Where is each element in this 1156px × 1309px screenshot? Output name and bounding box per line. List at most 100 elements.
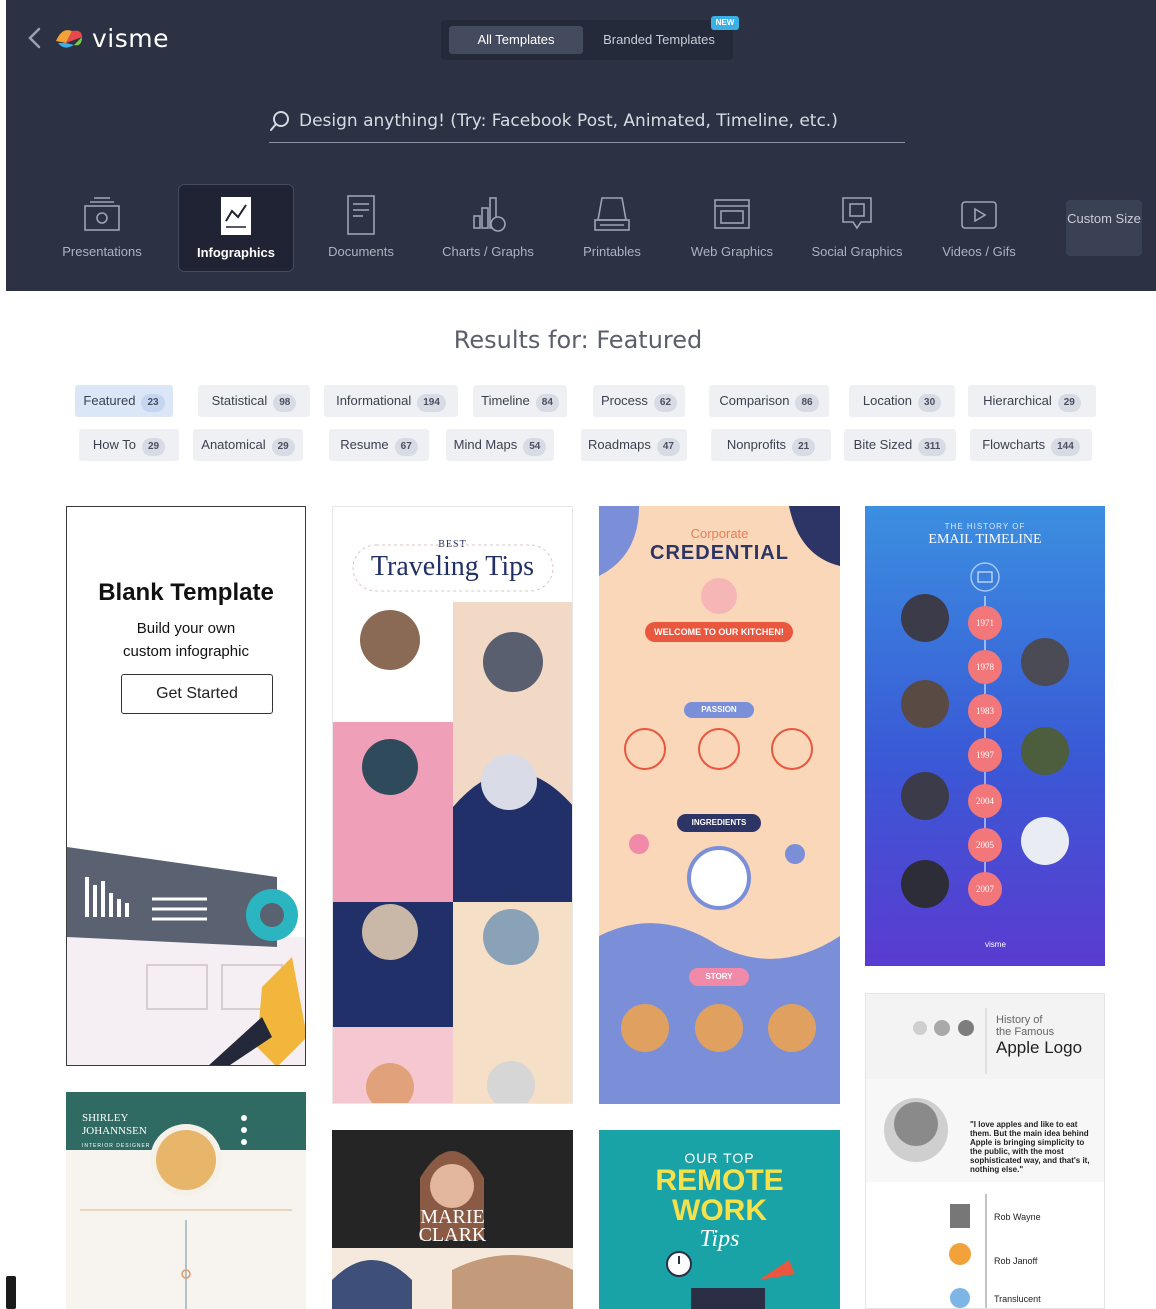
tab-branded-templates[interactable]: Branded Templates xyxy=(591,26,727,54)
remote-work-card[interactable]: OUR TOP REMOTE WORK Tips xyxy=(599,1130,840,1309)
chip-count: 54 xyxy=(523,438,547,456)
filter-chip[interactable]: Roadmaps 47 xyxy=(581,429,687,461)
visme-logo-icon xyxy=(56,30,82,48)
category-printables[interactable]: Printables xyxy=(555,184,669,270)
filter-chip[interactable]: Resume 67 xyxy=(329,429,429,461)
welcome-banner: WELCOME TO OUR KITCHEN! xyxy=(645,622,793,642)
chip-count: 30 xyxy=(918,394,942,412)
timeline-year: 1997 xyxy=(968,738,1002,772)
category-label: Infographics xyxy=(196,245,275,260)
subtitle-line: custom infographic xyxy=(123,643,249,660)
category-label: Social Graphics xyxy=(811,244,903,259)
category-videos-gifs[interactable]: Videos / Gifs xyxy=(922,184,1036,270)
search-icon xyxy=(270,111,289,131)
filter-chip[interactable]: How To 29 xyxy=(79,429,179,461)
filter-chip[interactable]: Informational 194 xyxy=(324,385,458,417)
apple-name-1: Rob Wayne xyxy=(994,1212,1041,1222)
chip-label: Location xyxy=(862,393,913,408)
marie-clark-card[interactable]: MARIE CLARK xyxy=(332,1130,573,1309)
timeline-year: 1971 xyxy=(968,606,1002,640)
name-line: JOHANNSEN xyxy=(82,1125,147,1137)
apple-name-2: Rob Janoff xyxy=(994,1256,1038,1266)
tab-all-templates[interactable]: All Templates xyxy=(449,26,583,54)
chip-label: Bite Sized xyxy=(853,437,913,452)
category-presentations[interactable]: Presentations xyxy=(45,184,159,270)
remote-work-artwork xyxy=(666,1251,795,1309)
apple-quote: "I love apples and like to eat them. But… xyxy=(970,1120,1090,1174)
resume-name: SHIRLEY JOHANNSEN INTERIOR DESIGNER xyxy=(82,1112,150,1153)
history-line: the Famous xyxy=(996,1026,1055,1038)
chip-count: 67 xyxy=(394,438,418,456)
search-input[interactable] xyxy=(299,108,899,134)
chip-count: 86 xyxy=(795,394,819,412)
category-web-graphics[interactable]: Web Graphics xyxy=(675,184,789,270)
chip-label: Flowcharts xyxy=(982,437,1046,452)
filter-chip[interactable]: Mind Maps 54 xyxy=(446,429,554,461)
chip-label: Nonprofits xyxy=(726,437,787,452)
chip-label: Featured xyxy=(83,393,136,408)
filter-chip[interactable]: Statistical 98 xyxy=(198,385,310,417)
filter-chip[interactable]: Bite Sized 311 xyxy=(844,429,956,461)
timeline-year: 2007 xyxy=(968,872,1002,906)
filter-chip[interactable]: Featured 23 xyxy=(75,385,173,417)
custom-size-button[interactable]: Custom Size xyxy=(1066,200,1142,256)
social-icon xyxy=(842,197,872,230)
timeline-year: 2004 xyxy=(968,784,1002,818)
video-icon xyxy=(961,201,997,229)
chip-label: Mind Maps xyxy=(453,437,518,452)
get-started-button[interactable]: Get Started xyxy=(121,674,273,714)
filter-chip[interactable]: Anatomical 29 xyxy=(193,429,303,461)
resume-name: MARIE CLARK xyxy=(332,1207,573,1245)
back-arrow-icon[interactable] xyxy=(24,26,46,50)
email-timeline-card[interactable]: THE HISTORY OF EMAIL TIMELINE 1971 1978 19… xyxy=(865,506,1105,966)
chip-label: Hierarchical xyxy=(983,393,1052,408)
blank-template-subtitle: Build your own custom infographic xyxy=(67,617,305,663)
blank-template-title: Blank Template xyxy=(98,579,274,606)
filter-chip[interactable]: Process 62 xyxy=(593,385,685,417)
chip-label: How To xyxy=(92,437,136,452)
category-label: Printables xyxy=(583,244,641,259)
shirley-resume-card[interactable]: SHIRLEY JOHANNSEN INTERIOR DESIGNER xyxy=(66,1092,306,1309)
story-label: STORY xyxy=(705,972,733,981)
category-label: Charts / Graphs xyxy=(442,244,534,259)
chip-count: 47 xyxy=(656,438,680,456)
chip-label: Informational xyxy=(336,393,412,408)
chip-count: 194 xyxy=(417,394,446,412)
logo-text: visme xyxy=(92,23,169,53)
visme-footer: visme xyxy=(985,940,1006,949)
blank-template-card[interactable]: Blank Template Build your own custom inf… xyxy=(66,506,306,1066)
new-badge: NEW xyxy=(711,16,739,30)
filter-chip[interactable]: Location 30 xyxy=(849,385,955,417)
filter-chip[interactable]: Comparison 86 xyxy=(709,385,829,417)
resume-role: INTERIOR DESIGNER xyxy=(82,1143,151,1149)
chip-count: 98 xyxy=(273,394,297,412)
category-label: Web Graphics xyxy=(690,244,774,259)
filter-chip[interactable]: Nonprofits 21 xyxy=(711,429,831,461)
chip-label: Timeline xyxy=(481,393,530,408)
chip-count: 29 xyxy=(1057,394,1081,412)
traveling-tips-card[interactable]: BEST Traveling Tips xyxy=(332,506,573,1104)
apple-logo-card[interactable]: History of the Famous Apple Logo "I love… xyxy=(865,993,1105,1309)
corporate-credential-card[interactable]: Corporate CREDENTIAL WELCOME TO OUR KITC… xyxy=(599,506,840,1104)
infographic-icon xyxy=(221,197,251,235)
filter-chip[interactable]: Flowcharts 144 xyxy=(970,429,1092,461)
chip-count: 23 xyxy=(141,394,165,412)
web-graphic-icon xyxy=(714,199,750,229)
chip-count: 144 xyxy=(1051,438,1080,456)
credential-artwork xyxy=(599,506,840,1104)
chip-count: 21 xyxy=(792,438,816,456)
left-edge-widget[interactable] xyxy=(6,1276,16,1309)
category-documents[interactable]: Documents xyxy=(304,184,418,270)
passion-label: PASSION xyxy=(701,705,737,714)
category-social-graphics[interactable]: Social Graphics xyxy=(800,184,914,270)
category-infographics[interactable]: Infographics xyxy=(178,184,294,272)
category-charts-graphs[interactable]: Charts / Graphs xyxy=(431,184,545,270)
chip-count: 62 xyxy=(653,394,678,412)
visme-logo[interactable]: visme xyxy=(52,22,169,54)
presentation-icon xyxy=(84,197,120,231)
template-type-switch: All Templates Branded Templates NEW xyxy=(441,16,739,60)
chip-label: Roadmaps xyxy=(588,437,651,452)
category-label: Presentations xyxy=(62,244,142,259)
filter-chip[interactable]: Hierarchical 29 xyxy=(968,385,1096,417)
filter-chip[interactable]: Timeline 84 xyxy=(473,385,567,417)
